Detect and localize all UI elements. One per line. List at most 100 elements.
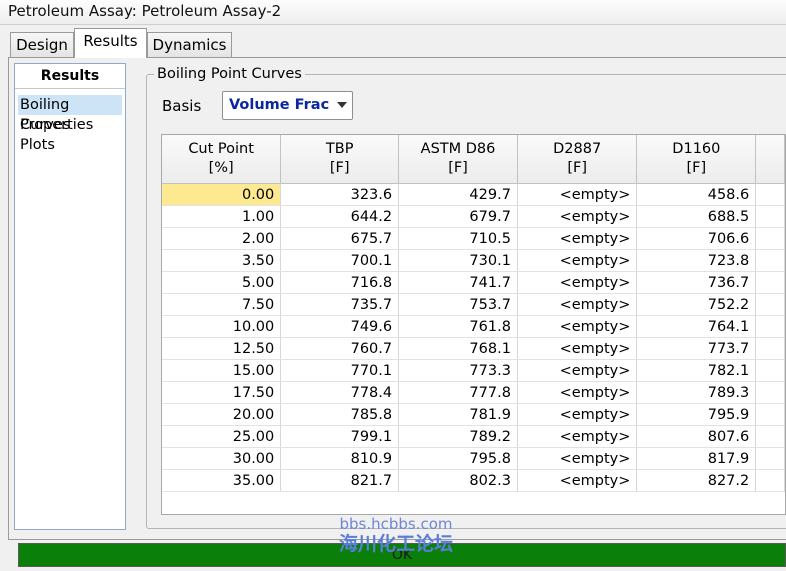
cell-overflow — [755, 469, 785, 492]
table-row: 1.00 644.2 679.7 <empty> 688.5 — [162, 205, 785, 228]
cell-overflow — [755, 205, 785, 228]
cell-d1160[interactable]: 782.1 — [636, 359, 757, 382]
nav-item-boiling-curves[interactable]: Boiling Curves — [18, 95, 122, 133]
cell-d1160[interactable]: 773.7 — [636, 337, 757, 360]
table-row: 5.00 716.8 741.7 <empty> 736.7 — [162, 271, 785, 294]
cell-cut-point[interactable]: 25.00 — [162, 425, 282, 448]
boiling-curves-table[interactable]: Cut Point [%] TBP [F] ASTM D86 [F] D2887 [F]… — [161, 134, 786, 515]
cell-d2887[interactable]: <empty> — [517, 359, 638, 382]
cell-tbp[interactable]: 700.1 — [280, 249, 400, 272]
group-title: Boiling Point Curves — [154, 66, 305, 82]
tab-design[interactable]: Design — [10, 32, 74, 58]
cell-d2887[interactable]: <empty> — [517, 337, 638, 360]
cell-d2887[interactable]: <empty> — [517, 227, 638, 250]
cell-tbp[interactable]: 810.9 — [280, 447, 400, 470]
column-header-d1160[interactable]: D1160 [F] — [636, 135, 757, 184]
cell-cut-point[interactable]: 30.00 — [162, 447, 282, 470]
cell-d2887[interactable]: <empty> — [517, 403, 638, 426]
column-header-astm-d86[interactable]: ASTM D86 [F] — [398, 135, 518, 184]
cell-cut-point[interactable]: 0.00 — [162, 183, 282, 206]
chevron-down-icon[interactable] — [337, 102, 347, 108]
cell-tbp[interactable]: 770.1 — [280, 359, 400, 382]
cell-cut-point[interactable]: 5.00 — [162, 271, 282, 294]
cell-d1160[interactable]: 688.5 — [636, 205, 757, 228]
cell-overflow — [755, 403, 785, 426]
cell-astm-d86[interactable]: 789.2 — [398, 425, 518, 448]
cell-cut-point[interactable]: 20.00 — [162, 403, 282, 426]
cell-d2887[interactable]: <empty> — [517, 381, 638, 404]
cell-d1160[interactable]: 795.9 — [636, 403, 757, 426]
cell-overflow — [755, 271, 785, 294]
cell-astm-d86[interactable]: 429.7 — [398, 183, 518, 206]
cell-d2887[interactable]: <empty> — [517, 315, 638, 338]
cell-cut-point[interactable]: 17.50 — [162, 381, 282, 404]
cell-astm-d86[interactable]: 768.1 — [398, 337, 518, 360]
status-bar: OK — [18, 543, 786, 567]
cell-astm-d86[interactable]: 730.1 — [398, 249, 518, 272]
cell-tbp[interactable]: 644.2 — [280, 205, 400, 228]
cell-d1160[interactable]: 827.2 — [636, 469, 757, 492]
cell-astm-d86[interactable]: 741.7 — [398, 271, 518, 294]
cell-d2887[interactable]: <empty> — [517, 425, 638, 448]
cell-d1160[interactable]: 706.6 — [636, 227, 757, 250]
cell-astm-d86[interactable]: 753.7 — [398, 293, 518, 316]
cell-tbp[interactable]: 821.7 — [280, 469, 400, 492]
cell-d1160[interactable]: 807.6 — [636, 425, 757, 448]
table-row: 17.50 778.4 777.8 <empty> 789.3 — [162, 381, 785, 404]
cell-d2887[interactable]: <empty> — [517, 271, 638, 294]
cell-astm-d86[interactable]: 781.9 — [398, 403, 518, 426]
cell-d1160[interactable]: 789.3 — [636, 381, 757, 404]
cell-cut-point[interactable]: 3.50 — [162, 249, 282, 272]
cell-tbp[interactable]: 760.7 — [280, 337, 400, 360]
cell-tbp[interactable]: 799.1 — [280, 425, 400, 448]
nav-item-properties[interactable]: Properties — [15, 115, 125, 135]
cell-d2887[interactable]: <empty> — [517, 183, 638, 206]
cell-astm-d86[interactable]: 761.8 — [398, 315, 518, 338]
table-row: 7.50 735.7 753.7 <empty> 752.2 — [162, 293, 785, 316]
cell-d1160[interactable]: 723.8 — [636, 249, 757, 272]
cell-tbp[interactable]: 675.7 — [280, 227, 400, 250]
cell-overflow — [755, 337, 785, 360]
cell-cut-point[interactable]: 2.00 — [162, 227, 282, 250]
tab-dynamics[interactable]: Dynamics — [147, 32, 232, 58]
nav-item-plots[interactable]: Plots — [15, 135, 125, 155]
cell-d2887[interactable]: <empty> — [517, 447, 638, 470]
cell-d2887[interactable]: <empty> — [517, 469, 638, 492]
cell-d1160[interactable]: 764.1 — [636, 315, 757, 338]
cell-d1160[interactable]: 458.6 — [636, 183, 757, 206]
cell-astm-d86[interactable]: 795.8 — [398, 447, 518, 470]
cell-tbp[interactable]: 778.4 — [280, 381, 400, 404]
cell-d2887[interactable]: <empty> — [517, 205, 638, 228]
column-header-cut-point[interactable]: Cut Point [%] — [162, 135, 282, 184]
column-header-d2887[interactable]: D2887 [F] — [517, 135, 638, 184]
cell-tbp[interactable]: 785.8 — [280, 403, 400, 426]
cell-astm-d86[interactable]: 773.3 — [398, 359, 518, 382]
cell-cut-point[interactable]: 7.50 — [162, 293, 282, 316]
cell-cut-point[interactable]: 35.00 — [162, 469, 282, 492]
cell-astm-d86[interactable]: 777.8 — [398, 381, 518, 404]
cell-astm-d86[interactable]: 679.7 — [398, 205, 518, 228]
cell-tbp[interactable]: 323.6 — [280, 183, 400, 206]
cell-tbp[interactable]: 716.8 — [280, 271, 400, 294]
cell-d1160[interactable]: 736.7 — [636, 271, 757, 294]
cell-cut-point[interactable]: 1.00 — [162, 205, 282, 228]
cell-astm-d86[interactable]: 710.5 — [398, 227, 518, 250]
tab-results[interactable]: Results — [74, 28, 147, 58]
basis-value: Volume Frac — [229, 97, 330, 113]
cell-overflow — [755, 359, 785, 382]
cell-d1160[interactable]: 752.2 — [636, 293, 757, 316]
table-row: 2.00 675.7 710.5 <empty> 706.6 — [162, 227, 785, 250]
cell-tbp[interactable]: 749.6 — [280, 315, 400, 338]
basis-dropdown[interactable]: Volume Frac — [222, 91, 353, 120]
cell-cut-point[interactable]: 12.50 — [162, 337, 282, 360]
cell-cut-point[interactable]: 15.00 — [162, 359, 282, 382]
table-row: 30.00 810.9 795.8 <empty> 817.9 — [162, 447, 785, 470]
cell-d2887[interactable]: <empty> — [517, 249, 638, 272]
cell-d2887[interactable]: <empty> — [517, 293, 638, 316]
cell-tbp[interactable]: 735.7 — [280, 293, 400, 316]
cell-d1160[interactable]: 817.9 — [636, 447, 757, 470]
column-header-tbp[interactable]: TBP [F] — [280, 135, 400, 184]
cell-astm-d86[interactable]: 802.3 — [398, 469, 518, 492]
table-header-row: Cut Point [%] TBP [F] ASTM D86 [F] D2887 [F]… — [162, 135, 785, 184]
cell-cut-point[interactable]: 10.00 — [162, 315, 282, 338]
